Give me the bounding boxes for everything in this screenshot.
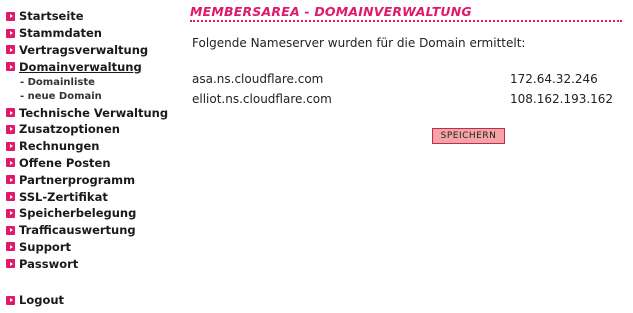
arrow-bullet-icon [6,295,15,305]
arrow-bullet-icon [6,28,15,38]
arrow-bullet-icon [6,225,15,235]
arrow-bullet-icon [6,124,15,134]
arrow-bullet-icon [6,62,15,72]
sidebar-item-rechnungen[interactable]: Rechnungen [6,138,178,155]
arrow-bullet-icon [6,259,15,269]
arrow-bullet-icon [6,242,15,252]
intro-text: Folgende Nameserver wurden für die Domai… [192,36,526,50]
sidebar-item-support[interactable]: Support [6,239,178,256]
sidebar-nav: Startseite Stammdaten Vertragsverwaltung… [6,8,178,272]
sidebar-item-speicherbelegung[interactable]: Speicherbelegung [6,205,178,222]
sidebar-item-domainverwaltung[interactable]: Domainverwaltung [6,58,178,75]
sidebar-item-offene-posten[interactable]: Offene Posten [6,155,178,172]
sidebar-item-zusatzoptionen[interactable]: Zusatzoptionen [6,121,178,138]
title-divider [190,20,622,22]
arrow-bullet-icon [6,192,15,202]
arrow-bullet-icon [6,11,15,21]
sidebar-item-technische-verwaltung[interactable]: Technische Verwaltung [6,104,178,121]
sidebar-item-partnerprogramm[interactable]: Partnerprogramm [6,171,178,188]
arrow-bullet-icon [6,175,15,185]
sidebar-subitem-domainliste[interactable]: - Domainliste [6,75,178,90]
sidebar-item-trafficauswertung[interactable]: Trafficauswertung [6,222,178,239]
nameserver-host: elliot.ns.cloudflare.com [192,92,332,106]
arrow-bullet-icon [6,141,15,151]
nameserver-ip: 172.64.32.246 [510,72,598,86]
page-title: MEMBERSAREA - DOMAINVERWALTUNG [190,4,472,19]
sidebar-subitem-neue-domain[interactable]: - neue Domain [6,90,178,105]
nameserver-ip: 108.162.193.162 [510,92,614,106]
sidebar-item-logout[interactable]: Logout [6,292,64,309]
sidebar-item-startseite[interactable]: Startseite [6,8,178,25]
sidebar-item-passwort[interactable]: Passwort [6,255,178,272]
sidebar-item-ssl-zertifikat[interactable]: SSL-Zertifikat [6,188,178,205]
nameserver-host: asa.ns.cloudflare.com [192,72,324,86]
sidebar-item-stammdaten[interactable]: Stammdaten [6,25,178,42]
arrow-bullet-icon [6,45,15,55]
arrow-bullet-icon [6,208,15,218]
save-button[interactable]: SPEICHERN [432,128,505,144]
arrow-bullet-icon [6,108,15,118]
arrow-bullet-icon [6,158,15,168]
sidebar-item-vertragsverwaltung[interactable]: Vertragsverwaltung [6,42,178,59]
